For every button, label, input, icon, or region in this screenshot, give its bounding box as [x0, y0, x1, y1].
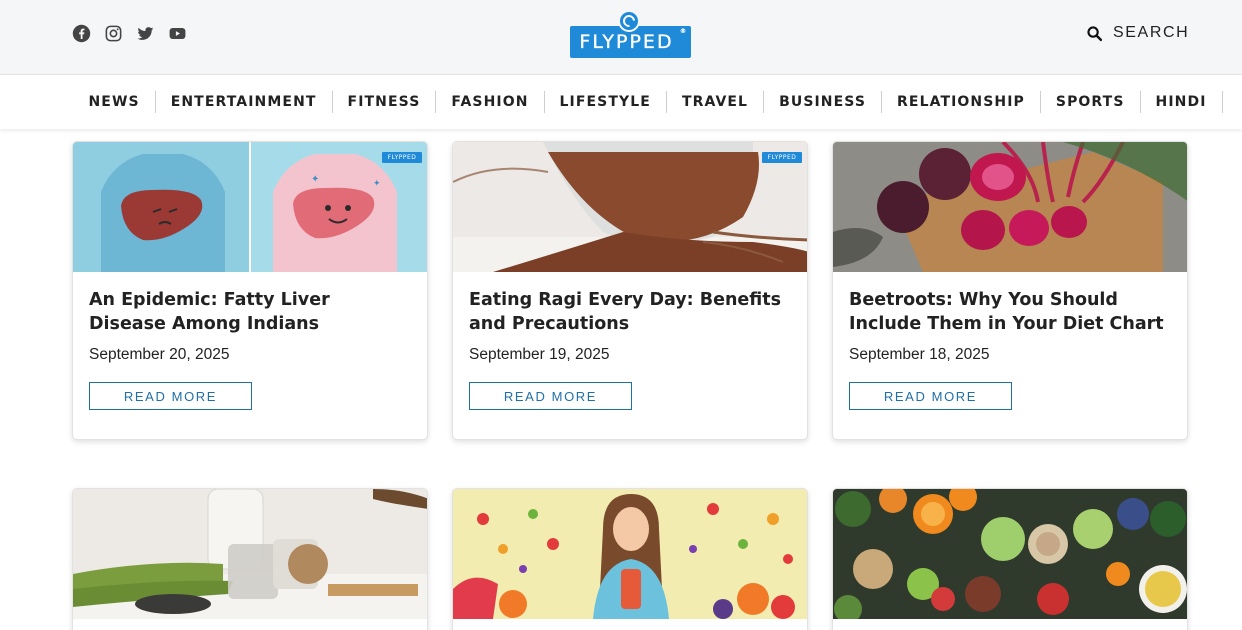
search-button[interactable]: SEARCH [1086, 24, 1189, 42]
article-thumbnail[interactable] [833, 142, 1187, 272]
read-more-button[interactable]: READ MORE [849, 382, 1012, 410]
nav-item-relationship[interactable]: RELATIONSHIP [882, 91, 1041, 113]
article-date: September 18, 2025 [849, 346, 990, 363]
article-card: ✦ ✦ FLYPPED An Epidemic: Fatty Liver Dis… [72, 141, 428, 440]
youtube-icon[interactable] [167, 23, 187, 43]
social-links [71, 23, 187, 43]
nav-item-news[interactable]: NEWS [73, 91, 156, 113]
facebook-icon[interactable] [71, 23, 91, 43]
twitter-icon[interactable] [135, 23, 155, 43]
article-thumbnail[interactable]: FLYPPED [453, 142, 807, 272]
article-thumbnail[interactable] [73, 489, 427, 619]
article-card [832, 488, 1188, 630]
nav-item-business[interactable]: BUSINESS [764, 91, 883, 113]
main-nav: NEWS ENTERTAINMENT FITNESS FASHION LIFES… [0, 75, 1242, 129]
nav-item-entertainment[interactable]: ENTERTAINMENT [156, 91, 333, 113]
nav-item-travel[interactable]: TRAVEL [667, 91, 765, 113]
instagram-icon[interactable] [103, 23, 123, 43]
read-more-button[interactable]: READ MORE [469, 382, 632, 410]
svg-text:✦: ✦ [373, 178, 381, 188]
search-label: SEARCH [1113, 24, 1190, 41]
logo-text: FLYPPED [579, 31, 674, 53]
nav-list: NEWS ENTERTAINMENT FITNESS FASHION LIFES… [73, 91, 1223, 113]
nav-item-fashion[interactable]: FASHION [436, 91, 545, 113]
article-title[interactable]: An Epidemic: Fatty Liver Disease Among I… [89, 288, 409, 336]
article-card: FLYPPED Eating Ragi Every Day: Benefits … [452, 141, 808, 440]
search-icon [1087, 25, 1103, 41]
article-title[interactable]: Beetroots: Why You Should Include Them i… [849, 288, 1169, 336]
top-header: FLYPPED ® SEARCH [0, 0, 1242, 75]
read-more-button[interactable]: READ MORE [89, 382, 252, 410]
svg-text:✦: ✦ [311, 174, 319, 185]
article-card: Beetroots: Why You Should Include Them i… [832, 141, 1188, 440]
logo-emblem-icon [618, 10, 640, 32]
nav-item-lifestyle[interactable]: LIFESTYLE [545, 91, 667, 113]
article-thumbnail[interactable] [833, 489, 1187, 619]
article-card [72, 488, 428, 630]
article-date: September 20, 2025 [89, 346, 230, 363]
article-title[interactable]: Eating Ragi Every Day: Benefits and Prec… [469, 288, 789, 336]
site-logo[interactable]: FLYPPED ® [570, 10, 691, 58]
nav-item-sports[interactable]: SPORTS [1041, 91, 1141, 113]
thumbnail-brand-badge: FLYPPED [762, 152, 802, 163]
logo-trademark: ® [680, 28, 686, 35]
article-date: September 19, 2025 [469, 346, 610, 363]
article-card [452, 488, 808, 630]
thumbnail-brand-badge: FLYPPED [382, 152, 422, 163]
nav-item-fitness[interactable]: FITNESS [333, 91, 437, 113]
article-thumbnail[interactable] [453, 489, 807, 619]
nav-item-hindi[interactable]: HINDI [1141, 91, 1223, 113]
article-thumbnail[interactable]: ✦ ✦ FLYPPED [73, 142, 427, 272]
